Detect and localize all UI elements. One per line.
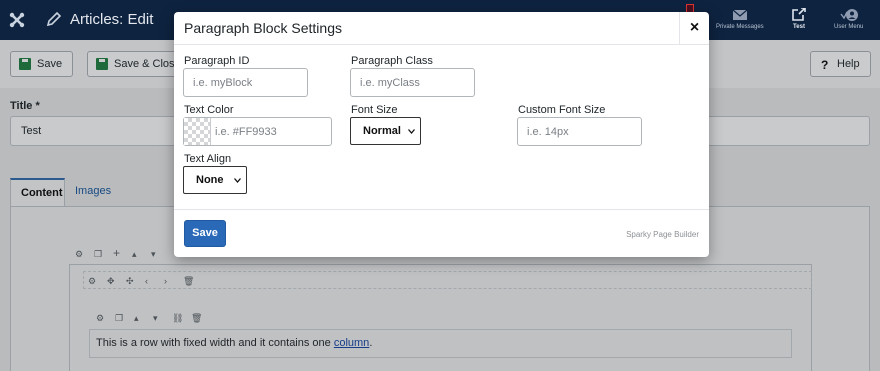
text-color-input[interactable] [215, 118, 331, 145]
inner-controls: ⚙ ✥ ✣ ‹ › 🗑 [88, 275, 202, 287]
text-color-field [183, 117, 332, 146]
expand-icon[interactable]: ✣ [126, 277, 135, 286]
test-link-button[interactable]: Test [791, 8, 807, 30]
help-button[interactable]: ? Help [810, 51, 871, 77]
font-size-value: Normal [363, 125, 401, 137]
text-align-label: Text Align [184, 153, 232, 165]
builder-inner-row: ⚙ ✥ ✣ ‹ › 🗑 [83, 271, 812, 289]
link-icon[interactable]: ⛓ [172, 314, 183, 323]
chevron-down-icon [408, 129, 415, 134]
add-icon[interactable]: + [113, 247, 122, 259]
builder-column: This is a row with fixed width and it co… [89, 329, 792, 358]
modal-footer: Save Sparky Page Builder [174, 209, 709, 257]
joomla-logo-icon[interactable] [8, 11, 26, 29]
trash-icon[interactable]: 🗑 [191, 314, 202, 323]
font-size-label: Font Size [351, 104, 398, 116]
trash-icon[interactable]: 🗑 [183, 277, 194, 286]
arrow-up-icon[interactable]: ▴ [134, 314, 143, 323]
floppy-disk-icon [19, 58, 31, 70]
text-align-select[interactable]: None [183, 166, 247, 194]
gear-icon[interactable]: ⚙ [75, 250, 84, 259]
envelope-icon [732, 9, 748, 20]
modal-save-button[interactable]: Save [184, 220, 226, 247]
arrow-down-icon[interactable]: ▾ [153, 314, 162, 323]
close-button[interactable]: × [679, 12, 709, 45]
column-controls: ⚙ ❐ ▴ ▾ ⛓ 🗑 [96, 312, 210, 324]
svg-text:?: ? [821, 58, 828, 70]
test-label: Test [793, 24, 805, 30]
external-link-icon [792, 8, 806, 21]
private-messages-button[interactable]: Private Messages [716, 8, 764, 30]
column-text: This is a row with fixed width and it co… [96, 337, 334, 349]
row-controls: ⚙ ❐ + ▴ ▾ [75, 247, 170, 260]
move-icon[interactable]: ✥ [107, 277, 116, 286]
user-icon [840, 9, 858, 21]
user-menu-button[interactable]: User Menu [834, 8, 863, 30]
paragraph-id-input[interactable] [183, 68, 308, 97]
paragraph-class-input[interactable] [350, 68, 475, 97]
paragraph-class-label: Paragraph Class [351, 55, 433, 67]
private-messages-label: Private Messages [716, 24, 764, 30]
tab-images-and-links[interactable]: Images and Links [65, 178, 121, 249]
arrow-down-icon[interactable]: ▾ [151, 250, 160, 259]
tab-content[interactable]: Content [10, 178, 65, 206]
text-align-value: None [196, 174, 224, 186]
paragraph-settings-modal: Paragraph Block Settings × Paragraph ID … [174, 12, 709, 257]
column-suffix: . [369, 337, 373, 349]
builder-credit: Sparky Page Builder [626, 230, 699, 239]
arrow-left-icon[interactable]: ‹ [145, 277, 154, 286]
arrow-right-icon[interactable]: › [164, 277, 173, 286]
page-title: Articles: Edit [70, 11, 154, 28]
column-link[interactable]: column [334, 337, 369, 349]
copy-icon[interactable]: ❐ [115, 314, 124, 323]
modal-title: Paragraph Block Settings [184, 20, 342, 36]
save-button[interactable]: Save [10, 51, 74, 77]
custom-font-size-label: Custom Font Size [518, 104, 606, 116]
font-size-select[interactable]: Normal [350, 117, 421, 145]
pencil-icon [46, 11, 62, 27]
floppy-disk-icon [96, 58, 108, 70]
chevron-down-icon [234, 178, 241, 183]
question-icon: ? [821, 58, 828, 70]
gear-icon[interactable]: ⚙ [88, 277, 97, 286]
help-label: Help [837, 58, 860, 70]
custom-font-size-input[interactable] [517, 117, 642, 146]
title-label: Title * [10, 100, 40, 112]
save-close-label: Save & Close [114, 58, 181, 70]
arrow-up-icon[interactable]: ▴ [132, 250, 141, 259]
text-color-label: Text Color [184, 104, 234, 116]
modal-header: Paragraph Block Settings × [174, 12, 709, 45]
copy-icon[interactable]: ❐ [94, 250, 103, 259]
paragraph-id-label: Paragraph ID [184, 55, 250, 67]
save-label: Save [37, 58, 63, 70]
settings-icon[interactable]: ⚙ [96, 314, 105, 323]
color-swatch[interactable] [184, 118, 211, 145]
user-menu-label: User Menu [834, 24, 864, 30]
